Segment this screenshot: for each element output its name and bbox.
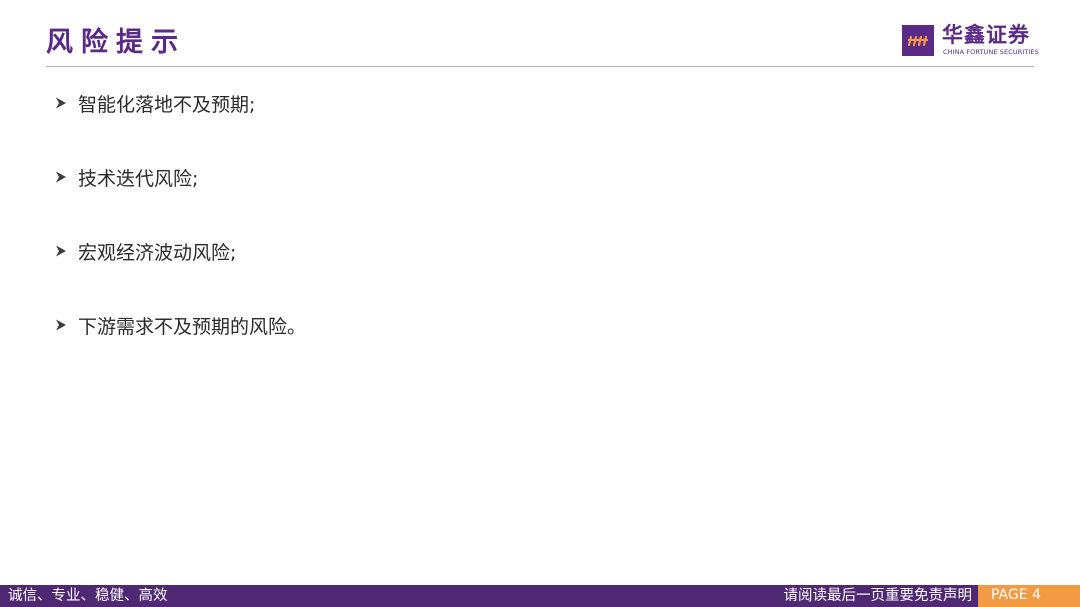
footer-motto: 诚信、专业、稳健、高效 [8,588,168,604]
list-item-text: 宏观经济波动风险; [78,242,237,264]
risk-list: 智能化落地不及预期; 技术迭代风险; 宏观经济波动风险; 下游需求不及预期的风险… [54,90,306,386]
disclaimer-link[interactable]: 请阅读最后一页重要免责声明 [784,585,973,607]
logo-name-cn: 华鑫证券 [942,23,1030,47]
list-item: 智能化落地不及预期; [54,90,306,164]
arrowhead-bullet-icon [54,238,78,258]
list-item-text: 技术迭代风险; [78,168,199,190]
company-logo: 华鑫证券 CHINA FORTUNE SECURITIES [902,22,1042,58]
list-item-text: 下游需求不及预期的风险。 [78,316,307,338]
arrowhead-bullet-icon [54,164,78,184]
logo-name-en: CHINA FORTUNE SECURITIES [943,48,1039,56]
list-item-text: 智能化落地不及预期; [78,94,256,116]
page-number-badge: PAGE 4 [978,585,1080,607]
list-item: 宏观经济波动风险; [54,238,306,312]
page-title: 风险提示 [46,27,186,58]
arrowhead-bullet-icon [54,90,78,110]
brand-mark-icon [902,25,934,56]
footer-bar: 诚信、专业、稳健、高效 请阅读最后一页重要免责声明 PAGE 4 [0,585,1080,607]
header-divider [46,66,1034,67]
page-number-label: PAGE 4 [991,587,1041,603]
arrowhead-bullet-icon [54,312,78,332]
list-item: 技术迭代风险; [54,164,306,238]
list-item: 下游需求不及预期的风险。 [54,312,306,386]
